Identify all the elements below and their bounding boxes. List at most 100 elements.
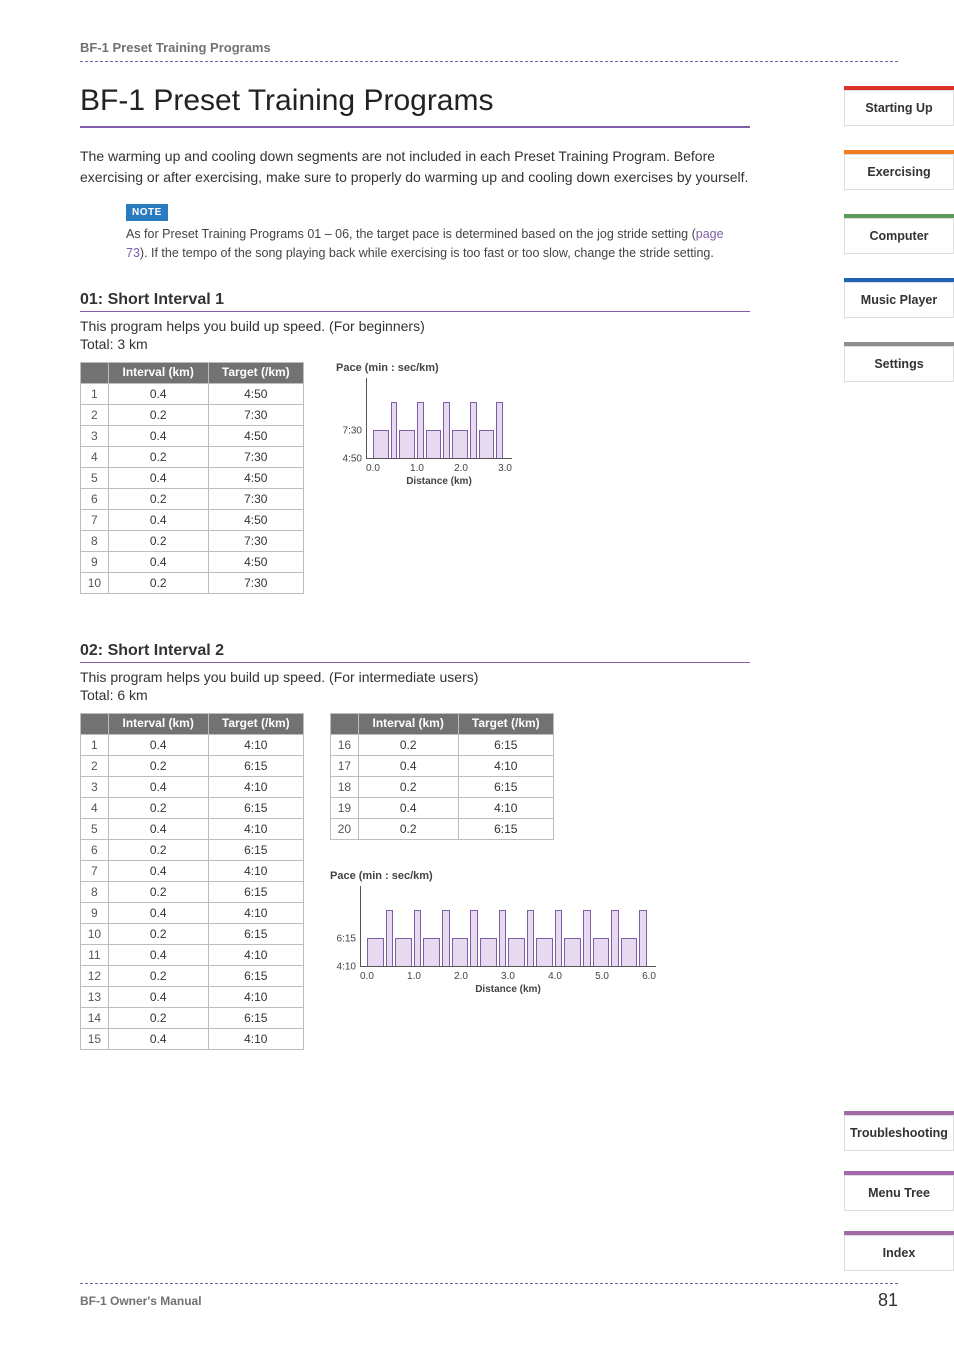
table-row: 140.26:15 (81, 1008, 304, 1029)
program01-title: 01: Short Interval 1 (80, 291, 898, 309)
note-text-b: ). If the tempo of the song playing back… (140, 246, 714, 260)
table-cell: 7 (81, 509, 109, 530)
table-cell: 6 (81, 488, 109, 509)
table-cell: 13 (81, 987, 109, 1008)
table-cell: 4:10 (208, 945, 303, 966)
table-cell: 0.4 (108, 551, 208, 572)
table-row: 190.44:10 (331, 798, 554, 819)
chart-bar (417, 402, 424, 458)
table-cell: 4:50 (208, 383, 303, 404)
table-cell: 0.2 (108, 798, 208, 819)
table-row: 80.26:15 (81, 882, 304, 903)
table-row: 80.27:30 (81, 530, 304, 551)
table-cell: 10 (81, 572, 109, 593)
table-cell: 0.4 (108, 903, 208, 924)
table-cell: 4:10 (208, 861, 303, 882)
side-tab[interactable]: Index (844, 1235, 954, 1271)
program02-tbody-a: 10.44:1020.26:1530.44:1040.26:1550.44:10… (81, 735, 304, 1050)
table-cell: 0.2 (108, 882, 208, 903)
table-cell: 17 (331, 756, 359, 777)
table-row: 60.26:15 (81, 840, 304, 861)
chart-bar (367, 938, 384, 966)
table-cell: 4:50 (208, 425, 303, 446)
table-cell: 7:30 (208, 404, 303, 425)
chart-xtick: 1.0 (410, 463, 424, 474)
program02-total: Total: 6 km (80, 687, 898, 703)
table-cell: 0.4 (108, 509, 208, 530)
side-tab[interactable]: Starting Up (844, 90, 954, 126)
table-cell: 6:15 (208, 756, 303, 777)
table-cell: 6:15 (208, 840, 303, 861)
side-tab[interactable]: Computer (844, 218, 954, 254)
table-cell: 1 (81, 383, 109, 404)
chart-xtick: 2.0 (454, 463, 468, 474)
table-cell: 0.2 (108, 756, 208, 777)
table-cell: 0.2 (108, 1008, 208, 1029)
table-cell: 14 (81, 1008, 109, 1029)
table-row: 20.26:15 (81, 756, 304, 777)
table-cell: 2 (81, 756, 109, 777)
chart1-ytick-low: 4:50 (343, 454, 366, 465)
chart-bar (536, 938, 553, 966)
table-cell: 6:15 (208, 882, 303, 903)
th-target: Target (/km) (458, 714, 553, 735)
table-row: 90.44:50 (81, 551, 304, 572)
th-target: Target (/km) (208, 363, 303, 384)
chart-xtick: 0.0 (366, 463, 380, 474)
table-cell: 0.4 (358, 798, 458, 819)
table-cell: 7:30 (208, 530, 303, 551)
table-row: 120.26:15 (81, 966, 304, 987)
table-row: 60.27:30 (81, 488, 304, 509)
side-tab[interactable]: Troubleshooting (844, 1115, 954, 1151)
table-row: 10.44:10 (81, 735, 304, 756)
program02-row: Interval (km) Target (/km) 10.44:1020.26… (80, 713, 898, 1050)
table-cell: 0.2 (108, 924, 208, 945)
side-tab[interactable]: Menu Tree (844, 1175, 954, 1211)
table-cell: 0.4 (108, 861, 208, 882)
note-text-a: As for Preset Training Programs 01 – 06,… (126, 227, 696, 241)
chart-xtick: 4.0 (548, 971, 562, 982)
side-tab[interactable]: Music Player (844, 282, 954, 318)
th-interval: Interval (km) (108, 714, 208, 735)
chart-bar (508, 938, 525, 966)
chart-xtick: 3.0 (498, 463, 512, 474)
chart-xtick: 6.0 (642, 971, 656, 982)
chart1-ytick-high: 7:30 (343, 426, 366, 437)
table-cell: 4:10 (208, 1029, 303, 1050)
chart-bar (470, 910, 477, 966)
program02-right-col: Interval (km) Target (/km) 160.26:15170.… (330, 713, 656, 995)
footer: BF-1 Owner's Manual 81 (80, 1283, 898, 1311)
chart-xtick: 2.0 (454, 971, 468, 982)
program02-table-a: Interval (km) Target (/km) 10.44:1020.26… (80, 713, 304, 1050)
table-row: 70.44:50 (81, 509, 304, 530)
table-cell: 4:10 (458, 798, 553, 819)
footer-page: 81 (878, 1290, 898, 1311)
table-cell: 1 (81, 735, 109, 756)
table-cell: 6:15 (208, 798, 303, 819)
th-target: Target (/km) (208, 714, 303, 735)
program01-desc: This program helps you build up speed. (… (80, 318, 898, 334)
program02-chart: Pace (min : sec/km) 6:15 4:10 0.01.02.03… (330, 870, 656, 995)
table-cell: 0.2 (108, 530, 208, 551)
table-cell: 4:10 (458, 756, 553, 777)
chart-bar (373, 430, 389, 458)
chart-bar (452, 430, 468, 458)
program01-total: Total: 3 km (80, 336, 898, 352)
chart2-ytick-low: 4:10 (337, 962, 360, 973)
chart2-xlabel: Distance (km) (360, 984, 656, 995)
table-cell: 4:10 (208, 777, 303, 798)
chart2-bars (361, 886, 651, 966)
table-cell: 0.4 (108, 945, 208, 966)
intro-text: The warming up and cooling down segments… (80, 146, 760, 188)
program01-row: Interval (km) Target (/km) 10.44:5020.27… (80, 362, 898, 594)
table-cell: 0.2 (108, 404, 208, 425)
table-cell: 0.4 (358, 756, 458, 777)
table-cell: 0.2 (358, 735, 458, 756)
side-tab[interactable]: Exercising (844, 154, 954, 190)
chart-bar (527, 910, 534, 966)
table-row: 100.26:15 (81, 924, 304, 945)
table-cell: 7:30 (208, 488, 303, 509)
page-title: BF-1 Preset Training Programs (80, 84, 898, 118)
side-tab[interactable]: Settings (844, 346, 954, 382)
table-cell: 7 (81, 861, 109, 882)
